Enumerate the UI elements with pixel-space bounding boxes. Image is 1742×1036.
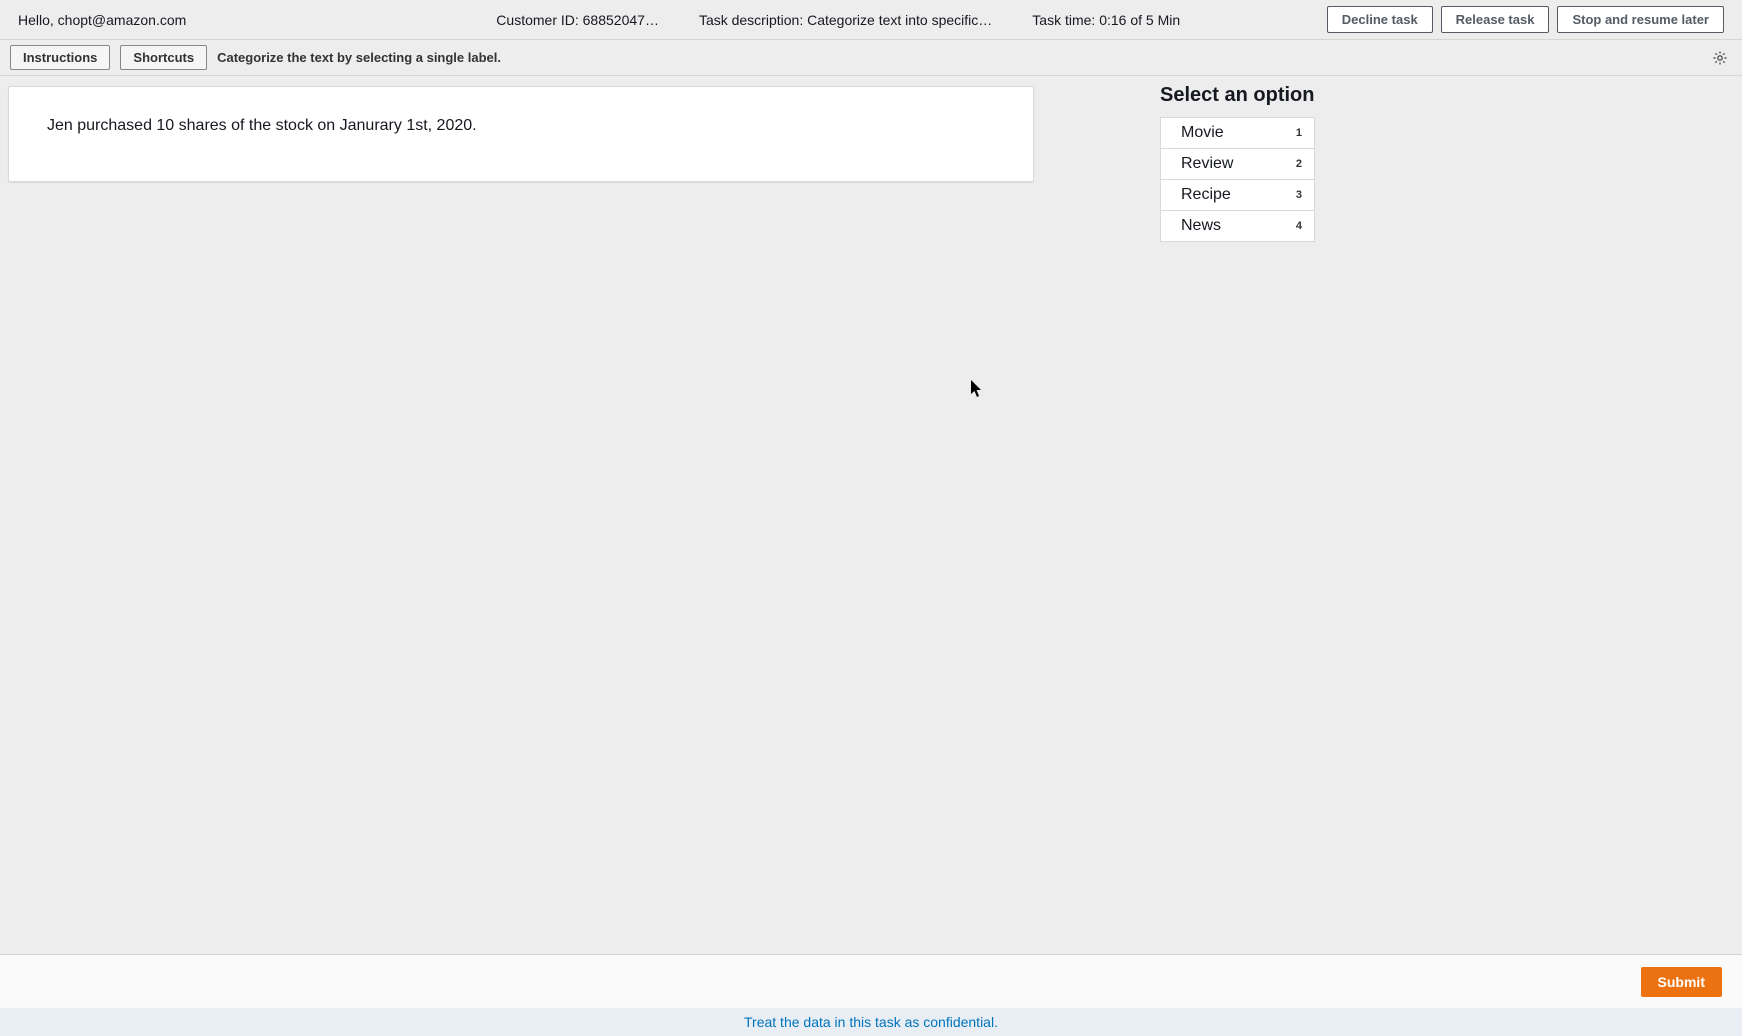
sub-header: Instructions Shortcuts Categorize the te… <box>0 40 1742 76</box>
header-button-row: Decline task Release task Stop and resum… <box>1327 6 1724 33</box>
options-panel: Select an option Movie 1 Review 2 Recipe… <box>1160 84 1315 242</box>
task-description-text: Task description: Categorize text into s… <box>699 12 992 28</box>
options-title: Select an option <box>1160 84 1315 107</box>
option-label: Review <box>1181 155 1233 173</box>
classification-text: Jen purchased 10 shares of the stock on … <box>47 117 477 134</box>
footer-bar: Submit <box>0 954 1742 1008</box>
text-card: Jen purchased 10 shares of the stock on … <box>8 86 1034 182</box>
release-task-button[interactable]: Release task <box>1441 6 1550 33</box>
option-shortcut: 3 <box>1296 189 1302 201</box>
option-label: Movie <box>1181 124 1224 142</box>
submit-button[interactable]: Submit <box>1641 967 1722 997</box>
option-review[interactable]: Review 2 <box>1160 149 1315 180</box>
greeting-text: Hello, chopt@amazon.com <box>18 12 186 28</box>
stop-resume-button[interactable]: Stop and resume later <box>1557 6 1724 33</box>
option-movie[interactable]: Movie 1 <box>1160 118 1315 149</box>
option-label: Recipe <box>1181 186 1231 204</box>
task-time-text: Task time: 0:16 of 5 Min <box>1032 12 1180 28</box>
option-shortcut: 1 <box>1296 127 1302 139</box>
option-shortcut: 2 <box>1296 158 1302 170</box>
option-shortcut: 4 <box>1296 220 1302 232</box>
shortcuts-button[interactable]: Shortcuts <box>120 45 207 70</box>
main-content: Jen purchased 10 shares of the stock on … <box>0 76 1742 954</box>
instructions-button[interactable]: Instructions <box>10 45 110 70</box>
settings-icon[interactable] <box>1712 50 1728 66</box>
confidential-bar: Treat the data in this task as confident… <box>0 1008 1742 1036</box>
customer-id-text: Customer ID: 68852047… <box>496 12 659 28</box>
option-label: News <box>1181 217 1221 235</box>
confidential-text: Treat the data in this task as confident… <box>744 1014 998 1030</box>
header-meta-group: Customer ID: 68852047… Task description:… <box>496 12 1180 28</box>
decline-task-button[interactable]: Decline task <box>1327 6 1433 33</box>
options-list: Movie 1 Review 2 Recipe 3 News 4 <box>1160 117 1315 242</box>
top-header: Hello, chopt@amazon.com Customer ID: 688… <box>0 0 1742 40</box>
task-hint-text: Categorize the text by selecting a singl… <box>217 50 501 65</box>
mouse-cursor-icon <box>971 380 983 398</box>
option-news[interactable]: News 4 <box>1160 211 1315 242</box>
option-recipe[interactable]: Recipe 3 <box>1160 180 1315 211</box>
